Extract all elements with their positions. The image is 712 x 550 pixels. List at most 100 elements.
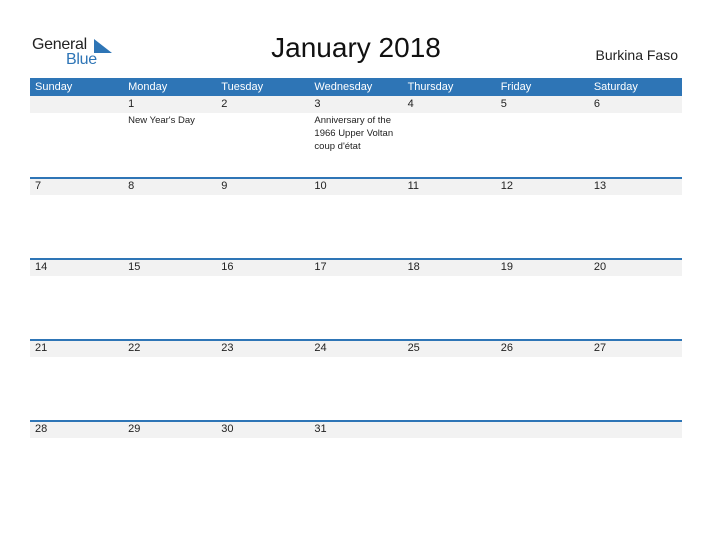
week-cells: 21 22 23 24 25 26 27 (30, 339, 682, 357)
holiday-label (314, 194, 402, 195)
day-number: 17 (314, 261, 327, 273)
day-cell[interactable]: 23 (216, 339, 309, 357)
week-row: 1 New Year's Day 2 3 Anniversary of the 1966… (30, 96, 682, 177)
day-cell[interactable]: 14 (30, 258, 123, 276)
week-cells: 1 New Year's Day 2 3 Anniversary of the 1966… (30, 96, 682, 153)
holiday-label (314, 356, 402, 357)
day-cell[interactable]: 20 (589, 258, 682, 276)
day-cell[interactable]: 11 (403, 177, 496, 195)
weeks-container: 1 New Year's Day 2 3 Anniversary of the 1966… (30, 96, 682, 501)
weekday-thursday: Thursday (407, 81, 454, 93)
day-number: 2 (221, 98, 228, 110)
week-row: 14 15 16 17 18 19 20 (30, 258, 682, 339)
day-cell (30, 96, 123, 153)
day-number: 29 (128, 423, 141, 435)
day-number: 30 (221, 423, 234, 435)
week-row: 7 8 9 10 11 12 13 (30, 177, 682, 258)
day-cell (589, 420, 682, 438)
day-number: 21 (35, 342, 48, 354)
day-number: 24 (314, 342, 327, 354)
day-number: 1 (128, 98, 135, 110)
day-cell[interactable]: 31 (309, 420, 402, 438)
day-cell[interactable]: 28 (30, 420, 123, 438)
day-number (408, 420, 496, 437)
day-cell[interactable]: 22 (123, 339, 216, 357)
holiday-label (128, 437, 216, 438)
holiday-label (594, 194, 682, 195)
day-cell[interactable]: 24 (309, 339, 402, 357)
weekday-monday: Monday (128, 81, 168, 93)
holiday-label (35, 275, 123, 276)
holiday-label (501, 194, 589, 195)
holiday-label (501, 356, 589, 357)
holiday-label (408, 275, 496, 276)
holiday-label (221, 113, 309, 114)
day-cell[interactable]: 18 (403, 258, 496, 276)
holiday-label (314, 437, 402, 438)
day-cell[interactable]: 25 (403, 339, 496, 357)
day-cell[interactable]: 13 (589, 177, 682, 195)
day-number: 3 (314, 98, 321, 110)
day-cell[interactable]: 17 (309, 258, 402, 276)
day-number: 31 (314, 423, 327, 435)
day-cell[interactable]: 4 (403, 96, 496, 153)
holiday-label (128, 194, 216, 195)
day-number: 13 (593, 180, 607, 192)
day-number: 23 (221, 342, 234, 354)
day-number: 20 (593, 261, 607, 273)
holiday-label (128, 275, 216, 276)
holiday-label: New Year's Day (128, 115, 195, 126)
day-cell[interactable]: 7 (30, 177, 123, 195)
day-number: 6 (593, 98, 600, 110)
day-cell[interactable]: 19 (496, 258, 589, 276)
day-cell[interactable]: 26 (496, 339, 589, 357)
day-cell[interactable]: 3 Anniversary of the 1966 Upper Voltan co… (309, 96, 402, 153)
day-cell (403, 420, 496, 438)
day-number: 16 (221, 261, 234, 273)
weekday-wednesday: Wednesday (314, 81, 373, 93)
holiday-label (35, 113, 123, 114)
day-cell[interactable]: 16 (216, 258, 309, 276)
holiday-label (314, 275, 402, 276)
day-number: 10 (314, 180, 327, 192)
country-name: Burkina Faso (595, 47, 678, 63)
day-cell[interactable]: 5 (496, 96, 589, 153)
day-cell (496, 420, 589, 438)
day-number: 28 (35, 423, 48, 435)
day-cell[interactable]: 2 (216, 96, 309, 153)
holiday-label (594, 356, 682, 357)
day-number: 4 (407, 98, 414, 110)
day-cell[interactable]: 27 (589, 339, 682, 357)
day-cell[interactable]: 9 (216, 177, 309, 195)
day-cell[interactable]: 29 (123, 420, 216, 438)
day-cell[interactable]: 30 (216, 420, 309, 438)
weekday-saturday: Saturday (593, 81, 638, 93)
week-cells: 28 29 30 31 (30, 420, 682, 438)
day-number: 27 (593, 342, 607, 354)
day-cell[interactable]: 10 (309, 177, 402, 195)
day-cell[interactable]: 15 (123, 258, 216, 276)
day-number: 5 (500, 98, 507, 110)
holiday-label: Anniversary of the 1966 Upper Voltan cou… (314, 115, 394, 152)
day-cell[interactable]: 1 New Year's Day (123, 96, 216, 153)
day-number: 14 (35, 261, 48, 273)
holiday-label (35, 437, 123, 438)
day-cell[interactable]: 12 (496, 177, 589, 195)
week-row: 21 22 23 24 25 26 27 (30, 339, 682, 420)
day-number: 12 (500, 180, 513, 192)
day-cell[interactable]: 6 (589, 96, 682, 153)
day-number: 22 (128, 342, 141, 354)
day-cell[interactable]: 8 (123, 177, 216, 195)
weekday-sunday: Sunday (35, 81, 73, 93)
holiday-label (221, 194, 309, 195)
day-number: 8 (128, 180, 135, 192)
holiday-label (408, 113, 496, 114)
holiday-label (501, 113, 589, 114)
day-number (501, 420, 589, 437)
day-cell[interactable]: 21 (30, 339, 123, 357)
holiday-label (221, 275, 309, 276)
holiday-label (221, 356, 309, 357)
day-number (594, 420, 682, 437)
week-cells: 14 15 16 17 18 19 20 (30, 258, 682, 276)
day-number: 9 (221, 180, 228, 192)
